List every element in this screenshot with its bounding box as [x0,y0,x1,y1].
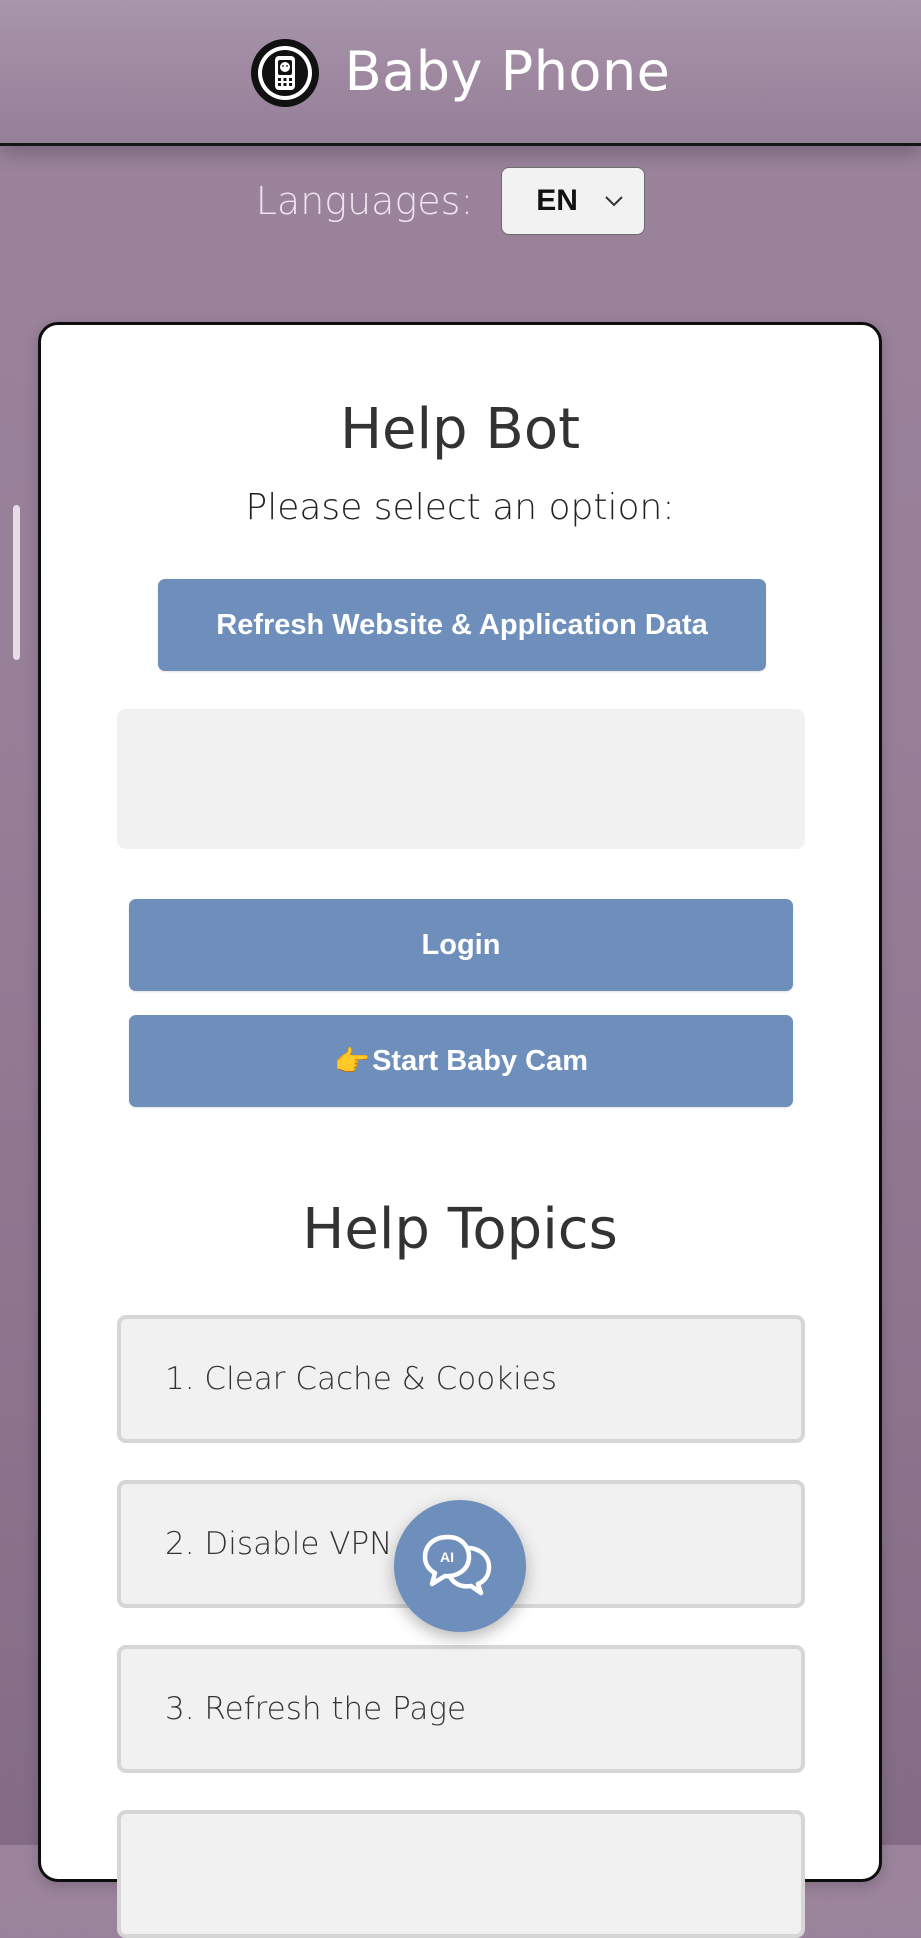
language-select[interactable]: EN [501,167,646,235]
help-bot-subtitle: Please select an option: [245,487,675,528]
help-topic-clear-cache[interactable]: 1. Clear Cache & Cookies [117,1315,805,1443]
help-bot-card: Help Bot Please select an option: Refres… [38,322,882,1938]
pointing-hand-icon: 👉 [333,1043,371,1078]
ai-chat-icon: AI [422,1534,492,1596]
help-topic-label: 3. Refresh the Page [165,1691,467,1727]
help-bot-title: Help Bot [339,397,581,462]
language-selected-value: EN [536,184,578,217]
baby-phone-logo-icon [250,38,319,107]
start-baby-cam-label: Start Baby Cam [372,1044,589,1077]
help-topic-label: 1. Clear Cache & Cookies [165,1361,558,1397]
help-topic-item[interactable] [117,1810,805,1938]
app-title: Baby Phone [344,40,671,103]
ai-label: AI [440,1549,454,1565]
start-baby-cam-button[interactable]: 👉 Start Baby Cam [129,1015,793,1107]
refresh-data-button[interactable]: Refresh Website & Application Data [158,579,766,671]
login-button[interactable]: Login [129,899,793,991]
languages-label: Languages: [255,179,474,223]
chevron-down-icon [605,196,623,207]
app-header: Baby Phone [0,0,921,146]
ai-chat-button[interactable]: AI [394,1500,526,1632]
bot-message-area [117,709,805,849]
refresh-data-label: Refresh Website & Application Data [216,608,708,641]
help-topics-title: Help Topics [302,1197,618,1262]
page-scrollbar[interactable] [13,505,20,660]
help-topic-refresh-page[interactable]: 3. Refresh the Page [117,1645,805,1773]
help-topic-label: 2. Disable VPN [165,1526,393,1562]
language-row: Languages: EN [0,165,921,237]
login-label: Login [421,928,501,961]
